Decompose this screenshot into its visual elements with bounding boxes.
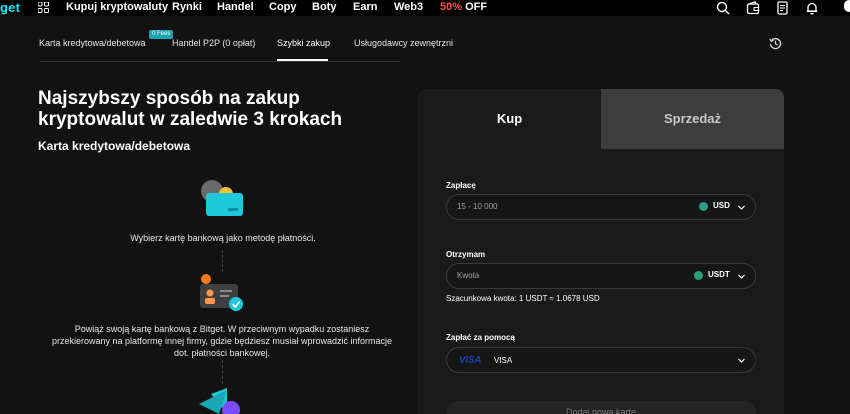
card-icon [201,180,243,216]
top-nav: get Kupuj kryptowaluty Rynki Handel Copy… [0,0,850,16]
tab-third-party[interactable]: Usługodawcy zewnętrzni [354,38,453,49]
nav-item-kupuj[interactable]: Kupuj kryptowaluty [66,1,168,14]
tab-card[interactable]: Karta kredytowa/debetowa [39,38,146,49]
step-2-text: Powiąż swoją kartę bankową z Bitget. W p… [52,324,392,358]
pay-currency[interactable]: USD [713,201,730,210]
chevron-down-icon[interactable] [737,272,746,281]
nav-item-copy[interactable]: Copy [269,1,297,14]
tab-p2p[interactable]: Handel P2P (0 opłat) [172,38,255,49]
active-tab-indicator [277,59,328,61]
exchange-rate-estimate: Szacunkowa kwota: 1 USDT ≈ 1.0678 USD [446,294,600,303]
search-icon[interactable] [716,1,730,15]
receive-currency[interactable]: USDT [708,270,730,279]
tab-buy[interactable]: Kup [418,89,601,149]
verified-id-icon [200,274,243,311]
receive-amount-field[interactable]: Kwota USDT [446,263,756,289]
payment-method-label: Zapłać za pomocą [446,333,515,342]
pay-label: Zapłacę [446,181,476,190]
history-icon[interactable] [769,37,782,50]
page-title: Najszybszy sposób na zakup kryptowalut w… [38,88,343,130]
pay-amount-field[interactable]: 15 - 10 000 USD [446,194,756,220]
quick-buy-panel: Kup Sprzedaż Zapłacę 15 - 10 000 USD Otr… [418,89,784,414]
apps-grid-icon[interactable] [38,2,49,13]
nav-item-handel[interactable]: Handel [217,1,254,14]
promo-percent: 50% [440,1,463,13]
bitget-logo[interactable]: get [0,0,20,15]
subnav-divider [40,61,400,62]
step-connector [222,250,223,272]
nav-item-promo[interactable]: 50% OFF [440,1,487,14]
receive-amount-input[interactable]: Kwota [457,271,479,280]
nav-item-earn[interactable]: Earn [353,1,377,14]
payment-method-select[interactable]: VISA VISA [446,347,756,373]
nav-item-web3[interactable]: Web3 [394,1,423,14]
nav-item-boty[interactable]: Boty [312,1,336,14]
payment-method-value: VISA [494,356,513,365]
section-subtitle: Karta kredytowa/debetowa [38,139,191,153]
visa-logo: VISA [459,355,482,366]
bell-icon[interactable] [805,1,819,15]
tab-sell[interactable]: Sprzedaż [601,89,784,149]
promo-word: OFF [465,1,488,13]
receive-label: Otrzymam [446,250,486,259]
fees-badge: 0 Fees [149,30,174,39]
avatar[interactable] [844,0,850,12]
usd-icon [699,202,708,211]
sub-nav: Karta kredytowa/debetowa 0 Fees Handel P… [0,16,850,64]
add-card-button[interactable]: Dodaj nową kartę [446,401,756,414]
tab-quick-buy[interactable]: Szybki zakup [277,38,330,49]
send-icon [199,388,240,414]
pay-amount-input[interactable]: 15 - 10 000 [457,202,497,211]
usdt-icon [694,271,703,280]
wallet-icon[interactable] [746,1,760,15]
step-1-text: Wybierz kartę bankową jako metodę płatno… [130,233,316,243]
chevron-down-icon[interactable] [737,356,746,365]
nav-item-rynki[interactable]: Rynki [172,1,202,14]
chevron-down-icon[interactable] [737,203,746,212]
orders-icon[interactable] [776,1,790,15]
step-connector-2 [222,360,223,384]
